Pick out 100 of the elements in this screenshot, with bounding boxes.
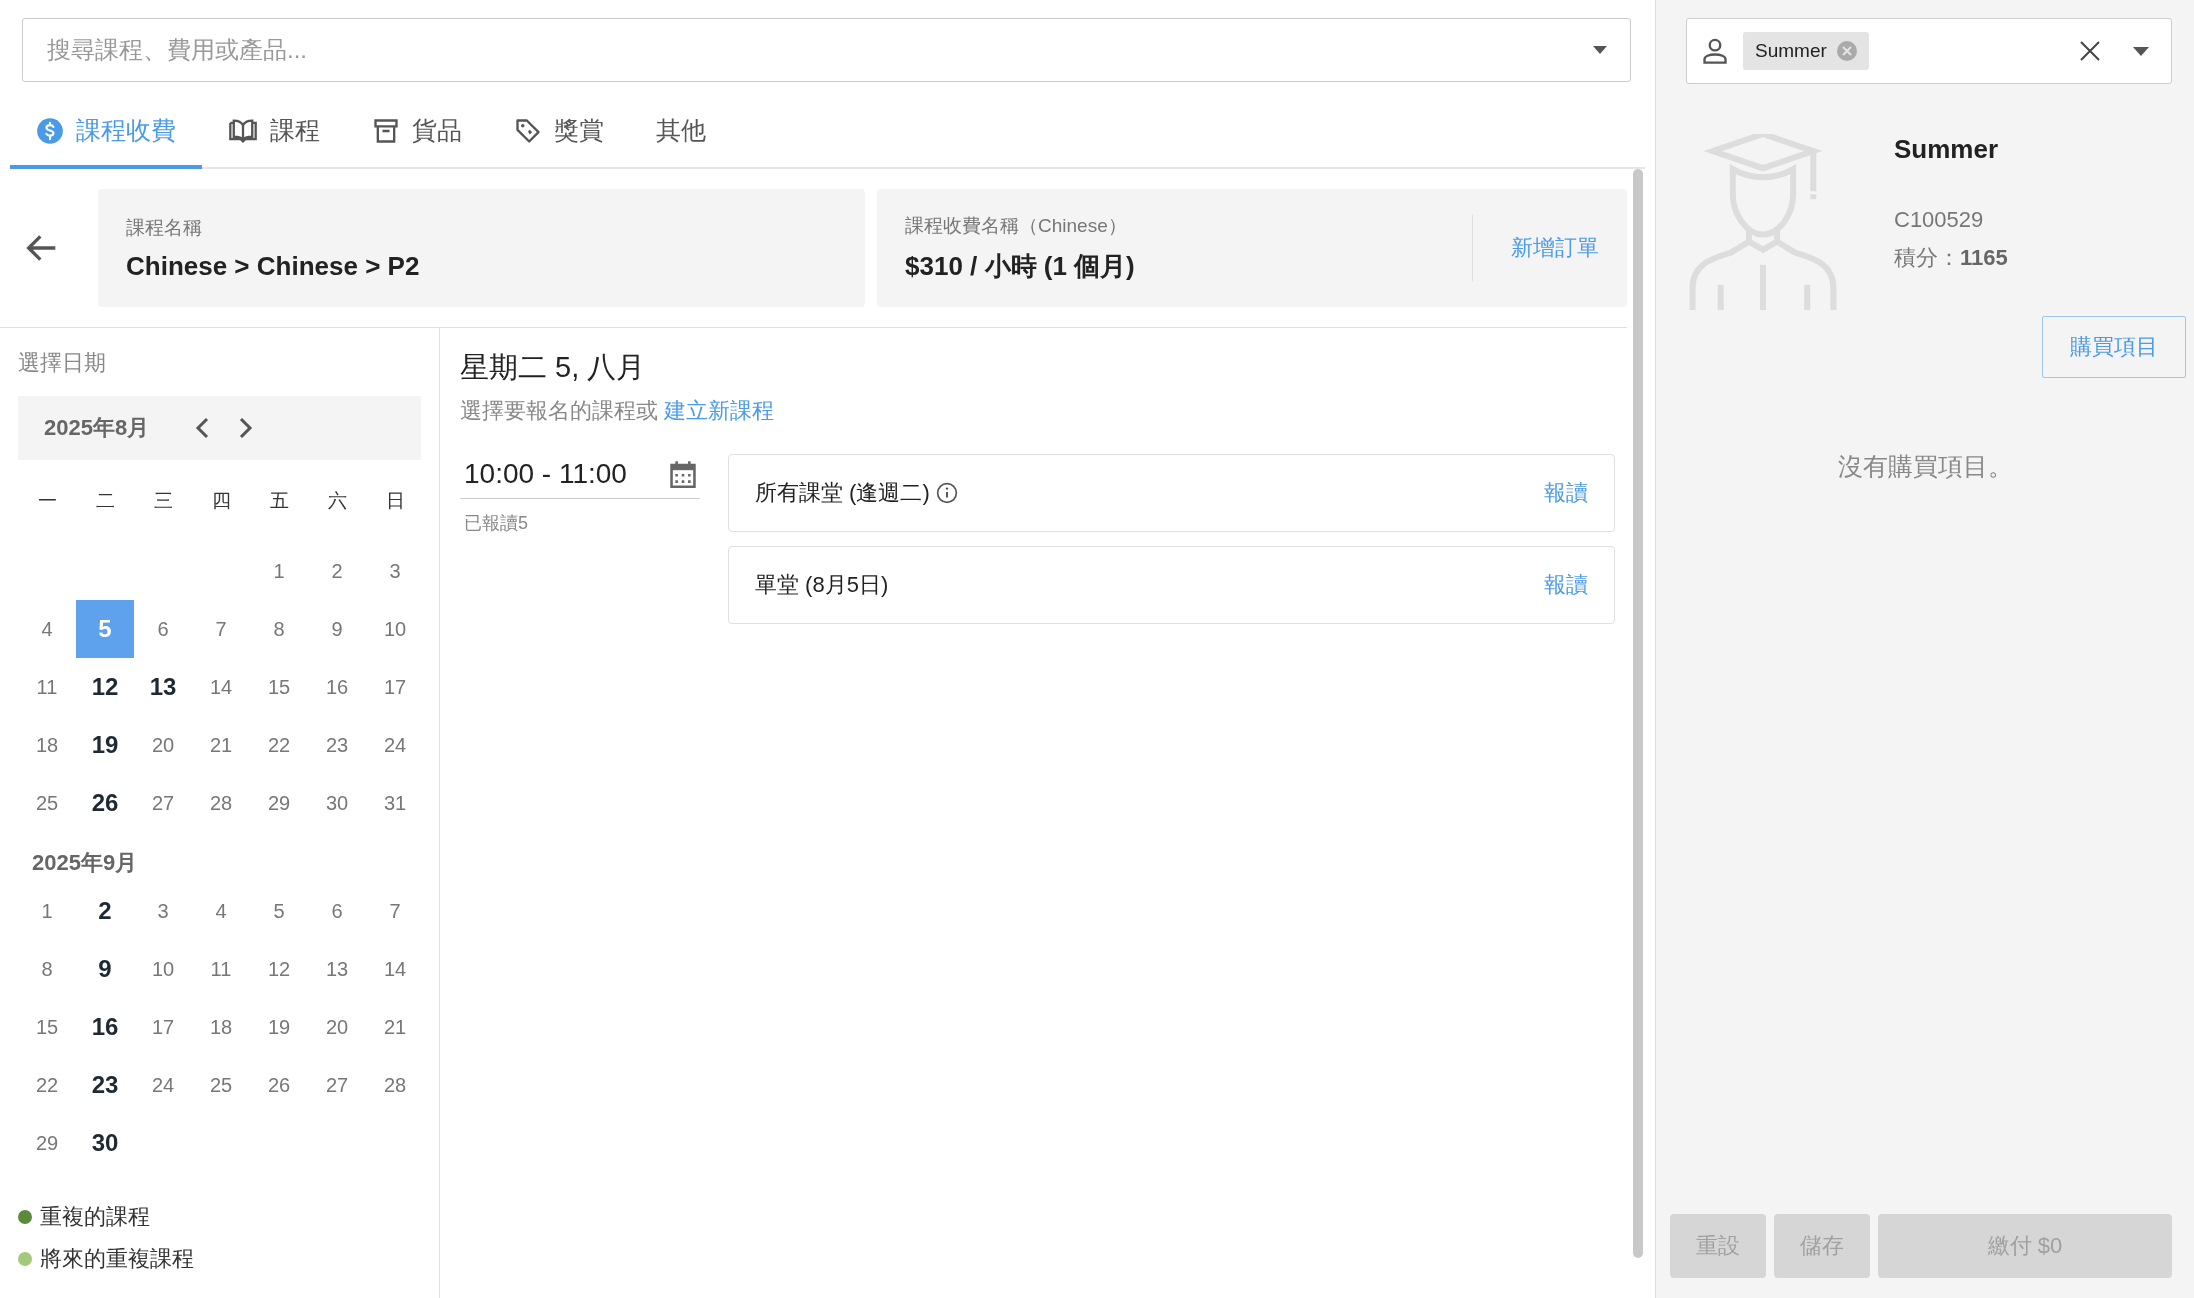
info-icon[interactable]	[935, 482, 958, 504]
calendar-day[interactable]: 26	[76, 774, 134, 832]
tab[interactable]: 獎賞	[488, 96, 630, 169]
card-label: 課程收費名稱（Chinese）	[905, 213, 1128, 238]
calendar-day[interactable]: 27	[134, 774, 192, 832]
calendar-day[interactable]: 21	[192, 716, 250, 774]
calendar-day[interactable]: 12	[76, 658, 134, 716]
calendar-day[interactable]: 2	[308, 542, 366, 600]
weekday-label: 日	[384, 489, 406, 513]
calendar-day[interactable]: 20	[134, 716, 192, 774]
calendar-day[interactable]: 7	[192, 600, 250, 658]
add-order-link[interactable]: 新增訂單	[1511, 233, 1599, 263]
section-title: 選擇日期	[18, 349, 107, 377]
calendar-day[interactable]: 28	[192, 774, 250, 832]
calendar-day[interactable]: 25	[192, 1056, 250, 1114]
calendar-day[interactable]: 21	[366, 998, 424, 1056]
calendar-day[interactable]: 20	[308, 998, 366, 1056]
calendar-day[interactable]: 17	[366, 658, 424, 716]
calendar-day[interactable]: 3	[366, 542, 424, 600]
close-icon[interactable]	[2079, 40, 2101, 62]
search-field[interactable]: 搜尋課程、費用或產品...	[22, 18, 1631, 82]
calendar-day[interactable]: 11	[192, 940, 250, 998]
calendar-day[interactable]: 8	[18, 940, 76, 998]
calendar-day[interactable]: 22	[250, 716, 308, 774]
calendar-day[interactable]: 14	[192, 658, 250, 716]
tab[interactable]: 貨品	[346, 96, 488, 169]
calendar-day[interactable]: 27	[308, 1056, 366, 1114]
calendar-day[interactable]: 18	[192, 998, 250, 1056]
calendar-day[interactable]: 15	[250, 658, 308, 716]
calendar-day[interactable]: 15	[18, 998, 76, 1056]
calendar-icon[interactable]	[670, 460, 696, 488]
calendar-day[interactable]: 28	[366, 1056, 424, 1114]
tab[interactable]: 課程	[202, 96, 346, 169]
dropdown-caret-icon[interactable]	[1593, 46, 1607, 54]
weekday-label: 四	[210, 489, 232, 513]
calendar-day[interactable]: 13	[308, 940, 366, 998]
calendar-day[interactable]: 11	[18, 658, 76, 716]
calendar-day[interactable]: 12	[250, 940, 308, 998]
calendar-day[interactable]: 24	[366, 716, 424, 774]
calendar-day[interactable]: 5	[250, 882, 308, 940]
customer-name: Summer	[1894, 134, 2000, 165]
chevron-right-icon[interactable]	[239, 417, 254, 439]
calendar-day[interactable]: 23	[308, 716, 366, 774]
calendar-day[interactable]: 30	[308, 774, 366, 832]
calendar-day[interactable]: 16	[76, 998, 134, 1056]
calendar-day[interactable]: 18	[18, 716, 76, 774]
calendar-day[interactable]: 29	[250, 774, 308, 832]
calendar-day[interactable]: 10	[134, 940, 192, 998]
calendar-day[interactable]: 24	[134, 1056, 192, 1114]
scrollbar[interactable]	[1633, 169, 1643, 1258]
calendar-day[interactable]: 7	[366, 882, 424, 940]
calendar-day[interactable]: 22	[18, 1056, 76, 1114]
calendar-day[interactable]: 30	[76, 1114, 134, 1172]
calendar-day[interactable]: 29	[18, 1114, 76, 1172]
calendar-day[interactable]: 13	[134, 658, 192, 716]
calendar-day[interactable]: 19	[76, 716, 134, 774]
tab[interactable]: 其他	[630, 96, 732, 169]
calendar-day[interactable]: 5	[76, 600, 134, 658]
tab[interactable]: 課程收費	[10, 96, 202, 169]
enroll-link[interactable]: 報讀	[1544, 478, 1588, 508]
legend-label: 將來的重複課程	[40, 1245, 194, 1273]
calendar-day[interactable]: 3	[134, 882, 192, 940]
fee-value: $310 / 小時 (1 個月)	[905, 249, 1136, 283]
create-course-link[interactable]: 建立新課程	[664, 398, 775, 423]
calendar-day[interactable]: 1	[250, 542, 308, 600]
card-label: 課程名稱	[126, 215, 203, 240]
calendar-day[interactable]: 9	[76, 940, 134, 998]
calendar-day[interactable]: 16	[308, 658, 366, 716]
purchase-button[interactable]: 購買項目	[2042, 316, 2186, 378]
calendar-day[interactable]: 1	[18, 882, 76, 940]
course-name: Chinese > Chinese > P2	[126, 250, 421, 282]
calendar-day[interactable]: 2	[76, 882, 134, 940]
archive-icon	[372, 116, 400, 145]
dollar-icon	[36, 116, 64, 145]
chevron-left-icon[interactable]	[195, 417, 210, 439]
enroll-link[interactable]: 報讀	[1544, 570, 1588, 600]
calendar-day[interactable]: 6	[134, 600, 192, 658]
calendar-day[interactable]: 4	[192, 882, 250, 940]
dropdown-caret-icon[interactable]	[2133, 46, 2149, 56]
weekday-label: 五	[268, 489, 290, 513]
calendar-day[interactable]: 26	[250, 1056, 308, 1114]
calendar-day[interactable]: 14	[366, 940, 424, 998]
calendar-day[interactable]: 31	[366, 774, 424, 832]
calendar-day[interactable]: 19	[250, 998, 308, 1056]
calendar-day[interactable]: 23	[76, 1056, 134, 1114]
person-icon	[1701, 37, 1729, 65]
customer-id: C100529	[1894, 207, 1985, 233]
calendar-day[interactable]: 25	[18, 774, 76, 832]
weekday-label: 三	[152, 489, 174, 513]
calendar-day[interactable]: 17	[134, 998, 192, 1056]
calendar-day[interactable]: 10	[366, 600, 424, 658]
customer-field[interactable]: Summer	[1686, 18, 2172, 84]
month-title: 2025年9月	[31, 849, 139, 877]
calendar-day[interactable]: 6	[308, 882, 366, 940]
customer-chip[interactable]: Summer	[1743, 32, 1869, 70]
calendar-day[interactable]: 8	[250, 600, 308, 658]
points-text: 積分：1165	[1894, 244, 2008, 272]
weekday-label: 二	[94, 489, 116, 513]
calendar-day[interactable]: 9	[308, 600, 366, 658]
calendar-day[interactable]: 4	[18, 600, 76, 658]
